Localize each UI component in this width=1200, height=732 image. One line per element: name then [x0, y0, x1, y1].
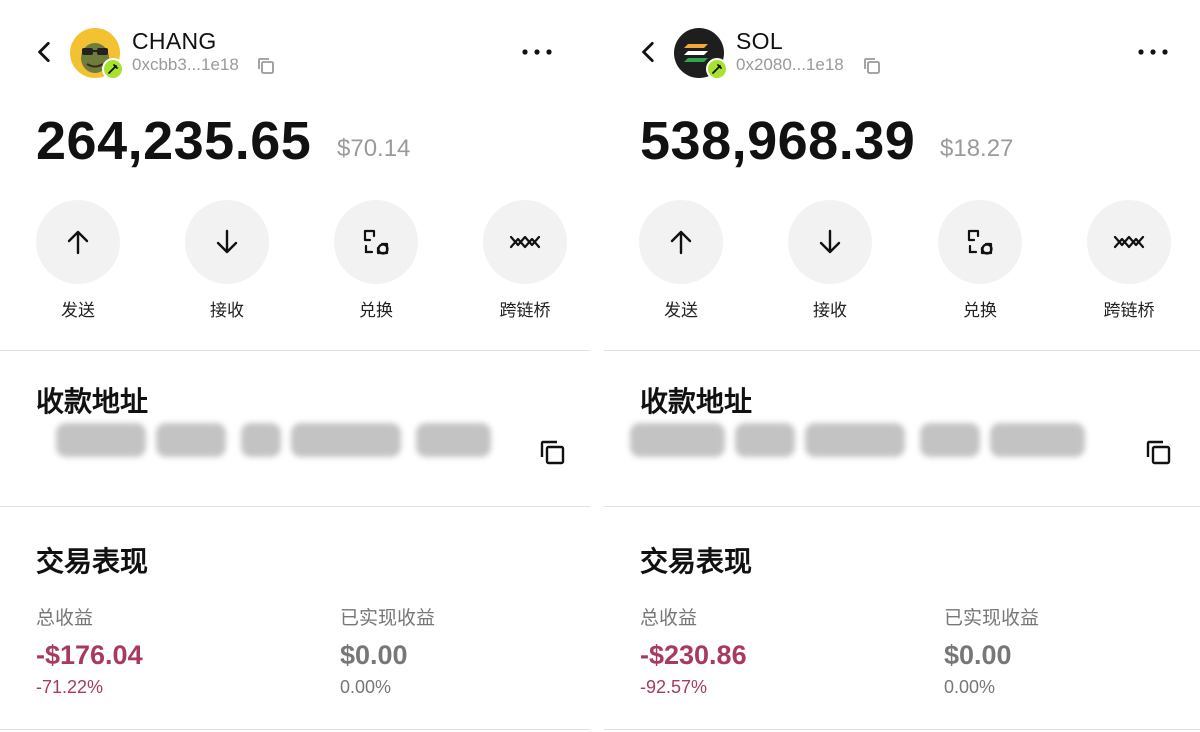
send-button[interactable]: 发送	[638, 200, 724, 321]
receive-address-redacted	[36, 415, 496, 467]
divider	[604, 506, 1200, 507]
total-pnl-value: -$176.04	[36, 640, 143, 670]
arrow-up-icon	[670, 230, 692, 255]
bridge-label: 跨链桥	[499, 301, 551, 321]
sol-token-avatar	[674, 28, 728, 80]
verified-badge-icon	[102, 58, 124, 80]
bridge-icon	[509, 235, 541, 249]
swap-label: 兑换	[359, 301, 393, 321]
verified-badge-icon	[706, 58, 728, 80]
realized-pnl-percent: 0.00%	[944, 677, 996, 697]
token-contract-address: 0x2080...1e18	[736, 55, 844, 74]
copy-icon[interactable]	[862, 56, 882, 76]
arrow-up-icon	[67, 230, 89, 255]
divider	[0, 350, 590, 351]
bridge-button[interactable]: 跨链桥	[482, 200, 568, 321]
total-pnl-label: 总收益	[640, 607, 698, 629]
token-detail-panel-chang: CHANG 0xcbb3...1e18 264,235.65 $70.14 发送…	[0, 0, 590, 732]
arrow-down-icon	[819, 229, 841, 254]
realized-pnl-percent: 0.00%	[340, 677, 392, 697]
receive-address-title: 收款地址	[640, 385, 753, 418]
token-name: SOL	[736, 28, 783, 54]
send-label: 发送	[61, 301, 95, 321]
realized-pnl-label: 已实现收益	[340, 607, 436, 629]
swap-icon	[363, 229, 389, 255]
copy-address-icon[interactable]	[538, 438, 566, 466]
token-balance: 264,235.65	[36, 111, 312, 171]
bridge-icon	[1113, 235, 1145, 249]
arrow-down-icon	[216, 229, 238, 254]
token-detail-panel-sol: SOL 0x2080...1e18 538,968.39 $18.27 发送 接…	[604, 0, 1200, 732]
receive-address-redacted	[620, 415, 1090, 467]
trading-performance-title: 交易表现	[640, 545, 753, 578]
action-bar: 发送 接收 兑换 跨链桥	[604, 200, 1200, 330]
token-header: SOL 0x2080...1e18	[604, 26, 1200, 82]
swap-icon	[967, 229, 993, 255]
divider	[604, 729, 1200, 730]
send-label: 发送	[664, 301, 698, 321]
total-pnl-value: -$230.86	[640, 640, 747, 670]
back-arrow-icon[interactable]	[636, 39, 662, 65]
trading-performance-title: 交易表现	[36, 545, 149, 578]
total-pnl-percent: -92.57%	[640, 677, 708, 697]
token-name: CHANG	[132, 28, 217, 54]
token-fiat-value: $70.14	[337, 135, 411, 162]
realized-pnl-value: $0.00	[340, 640, 408, 670]
receive-button[interactable]: 接收	[184, 200, 270, 321]
token-fiat-value: $18.27	[940, 135, 1014, 162]
bridge-label: 跨链桥	[1103, 301, 1155, 321]
receive-button[interactable]: 接收	[787, 200, 873, 321]
swap-button[interactable]: 兑换	[937, 200, 1023, 321]
token-contract-address: 0xcbb3...1e18	[132, 55, 239, 74]
realized-pnl-value: $0.00	[944, 640, 1012, 670]
receive-address-title: 收款地址	[36, 385, 149, 418]
more-options-icon[interactable]	[1136, 38, 1170, 66]
send-button[interactable]: 发送	[35, 200, 121, 321]
swap-button[interactable]: 兑换	[333, 200, 419, 321]
chang-token-avatar	[70, 28, 124, 80]
copy-icon[interactable]	[256, 56, 276, 76]
back-arrow-icon[interactable]	[32, 39, 58, 65]
action-bar: 发送 接收 兑换 跨链桥	[0, 200, 590, 330]
divider	[0, 506, 590, 507]
total-pnl-label: 总收益	[36, 607, 94, 629]
receive-label: 接收	[210, 301, 244, 321]
swap-label: 兑换	[963, 301, 997, 321]
token-header: CHANG 0xcbb3...1e18	[0, 26, 590, 82]
realized-pnl-label: 已实现收益	[944, 607, 1040, 629]
token-balance: 538,968.39	[640, 111, 916, 171]
more-options-icon[interactable]	[520, 38, 554, 66]
total-pnl-percent: -71.22%	[36, 677, 104, 697]
receive-label: 接收	[813, 301, 847, 321]
copy-address-icon[interactable]	[1144, 438, 1172, 466]
divider	[604, 350, 1200, 351]
bridge-button[interactable]: 跨链桥	[1086, 200, 1172, 321]
divider	[0, 729, 590, 730]
